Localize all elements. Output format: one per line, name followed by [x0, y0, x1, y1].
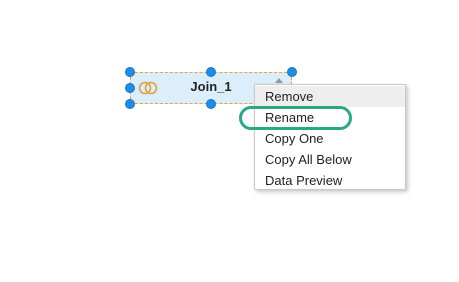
resize-handle-middle-left[interactable]	[125, 83, 135, 93]
menu-item-copy-all-below[interactable]: Copy All Below	[255, 149, 405, 170]
menu-item-data-preview[interactable]: Data Preview	[255, 170, 405, 191]
resize-handle-top-right[interactable]	[287, 67, 297, 77]
resize-handle-top-left[interactable]	[125, 67, 135, 77]
resize-handle-bottom-left[interactable]	[125, 99, 135, 109]
context-menu: Remove Rename Copy One Copy All Below Da…	[254, 84, 406, 190]
node-expand-caret-icon[interactable]	[275, 78, 283, 83]
menu-item-rename[interactable]: Rename	[255, 107, 405, 128]
resize-handle-bottom-center[interactable]	[206, 99, 216, 109]
workflow-canvas[interactable]: Join_1 Remove Rename Copy One Copy All B…	[0, 0, 459, 282]
menu-item-copy-one[interactable]: Copy One	[255, 128, 405, 149]
resize-handle-top-center[interactable]	[206, 67, 216, 77]
menu-item-remove[interactable]: Remove	[255, 86, 405, 107]
